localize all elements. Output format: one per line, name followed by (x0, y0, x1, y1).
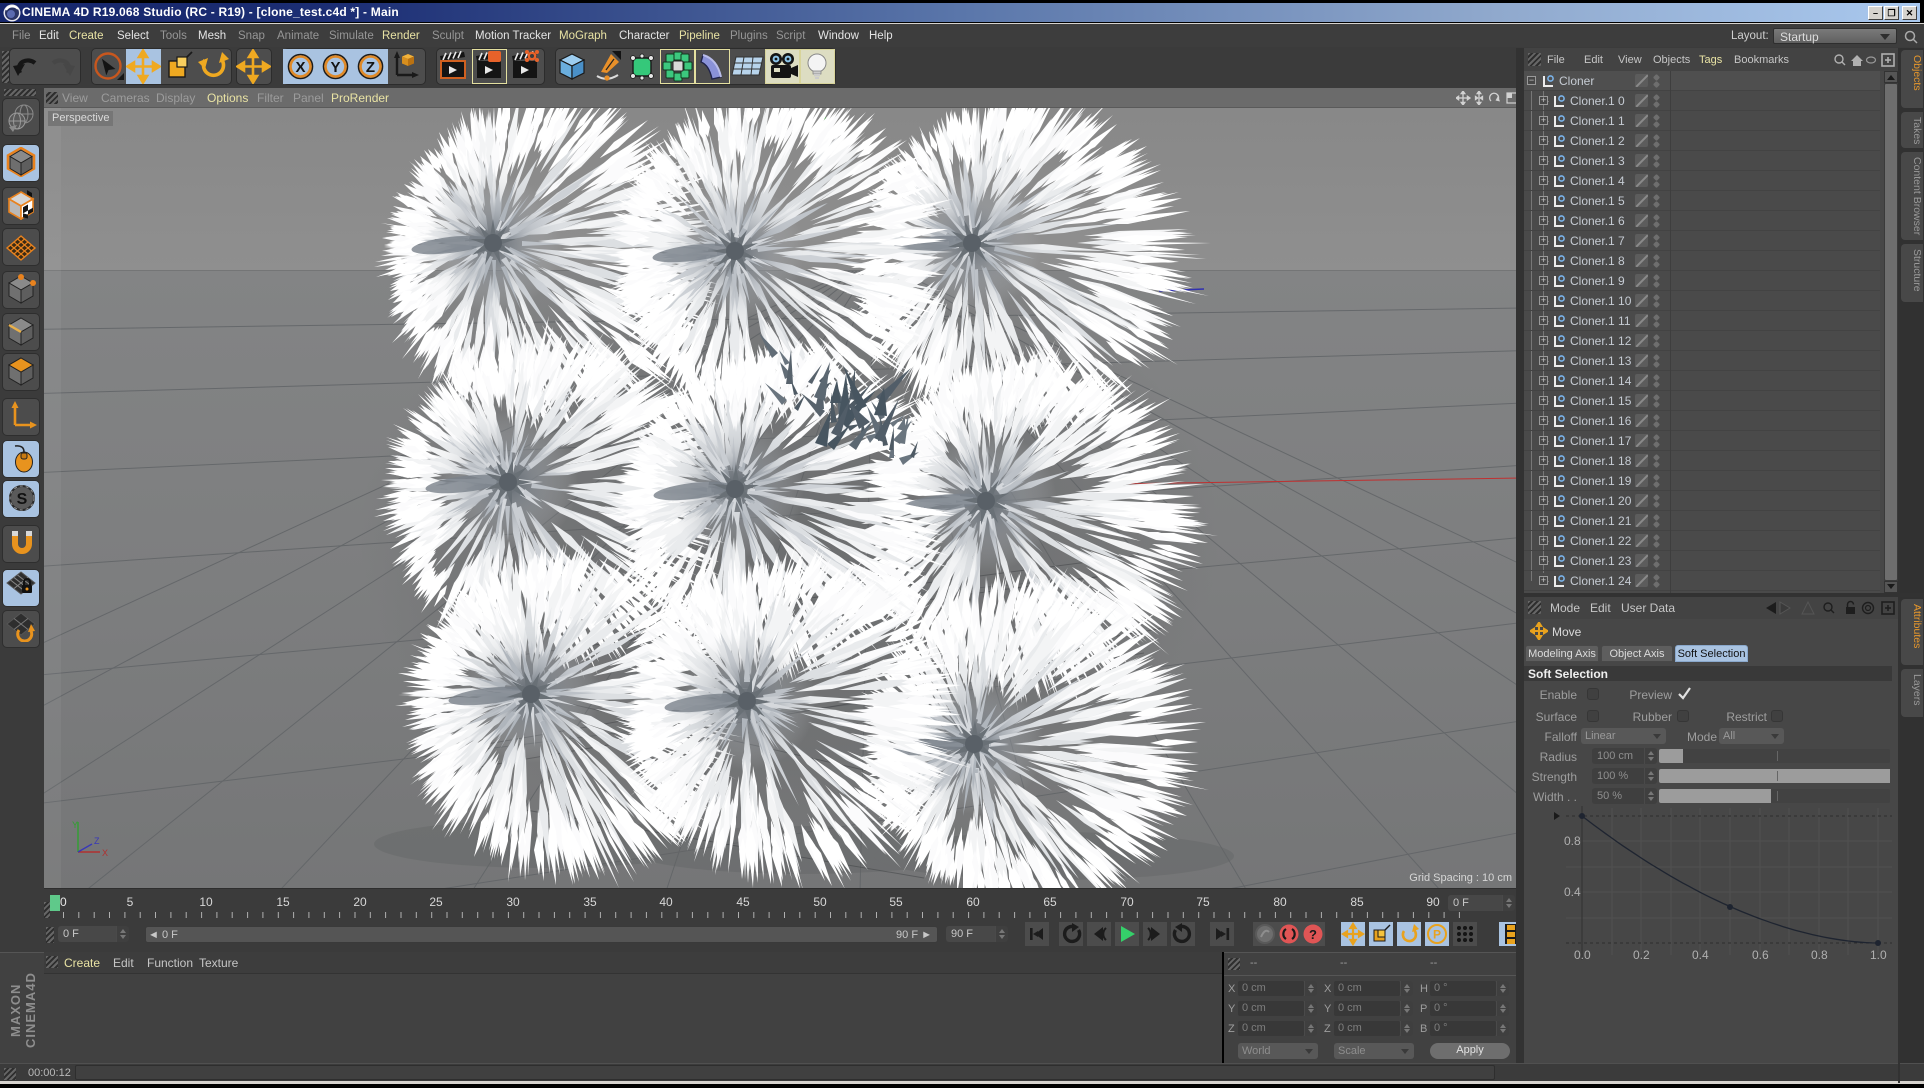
svg-text:X: X (295, 59, 305, 76)
svg-text:Y: Y (330, 59, 340, 76)
svg-text:S: S (17, 491, 28, 508)
svg-text:Z: Z (366, 59, 375, 76)
